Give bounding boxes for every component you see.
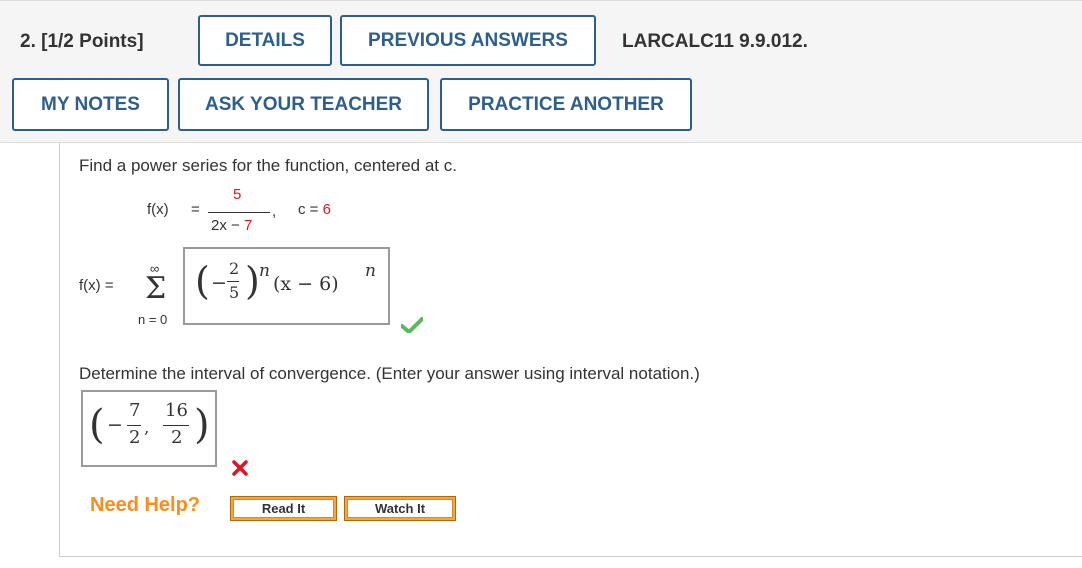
equals-sign: =	[191, 201, 200, 218]
interval-instruction: Determine the interval of convergence. (…	[79, 364, 700, 383]
function-fraction-bar	[208, 212, 270, 213]
frac-denominator: 5	[229, 283, 240, 302]
open-paren: (	[195, 259, 210, 303]
interval-close-paren: )	[194, 402, 210, 448]
center-label-text: c =	[298, 201, 323, 218]
interval-comma: ,	[144, 418, 150, 438]
right-numerator: 16	[165, 400, 188, 421]
factor-exponent: n	[365, 261, 376, 281]
watch-it-label: Watch It	[347, 499, 453, 518]
my-notes-button[interactable]: MY NOTES	[12, 78, 169, 131]
left-numerator: 7	[129, 400, 141, 421]
close-paren: )	[245, 259, 260, 303]
function-comma: ,	[272, 203, 277, 220]
sum-lower-limit: n = 0	[138, 312, 168, 327]
need-help-label: Need Help?	[90, 494, 201, 516]
summation-symbol: Σ	[145, 271, 167, 306]
series-factor: (x − 6)	[273, 273, 339, 295]
frac-bar	[227, 281, 239, 282]
left-frac-bar	[127, 425, 141, 426]
series-lhs: f(x) =	[79, 277, 114, 294]
denominator-prefix: 2x −	[211, 217, 244, 234]
previous-answers-button[interactable]: PREVIOUS ANSWERS	[340, 15, 596, 66]
function-lhs: f(x)	[147, 201, 169, 218]
watch-it-button[interactable]: Watch It	[344, 496, 456, 521]
outer-exponent: n	[259, 261, 270, 281]
function-numerator: 5	[233, 186, 242, 203]
interval-open-paren: (	[89, 402, 105, 448]
center-label: c = 6	[298, 201, 331, 218]
content-bottom-border	[59, 556, 1082, 557]
interval-minus: −	[107, 414, 123, 436]
function-denominator: 2x − 7	[211, 217, 252, 234]
problem-instruction: Find a power series for the function, ce…	[79, 156, 457, 175]
center-value: 6	[322, 201, 331, 218]
read-it-label: Read It	[233, 499, 334, 518]
checkmark-icon	[401, 317, 423, 333]
ask-your-teacher-button[interactable]: ASK YOUR TEACHER	[178, 78, 429, 131]
content-left-border	[59, 143, 60, 557]
right-denominator: 2	[171, 427, 183, 448]
cross-icon	[232, 460, 248, 476]
question-header: 2. [1/2 Points] DETAILS PREVIOUS ANSWERS…	[0, 0, 1082, 143]
problem-code: LARCALC11 9.9.012.	[622, 31, 808, 52]
question-number: 2. [1/2 Points]	[20, 31, 144, 52]
interval-answer-field[interactable]: ( − 7 2 , 16 2 )	[81, 390, 217, 467]
power-series-answer-field[interactable]: ( − 2 5 ) n (x − 6) n	[183, 247, 390, 325]
read-it-button[interactable]: Read It	[230, 496, 337, 521]
minus-sign: −	[211, 272, 227, 294]
right-frac-bar	[163, 425, 189, 426]
details-button[interactable]: DETAILS	[198, 15, 332, 66]
frac-numerator: 2	[229, 259, 240, 278]
left-denominator: 2	[129, 427, 141, 448]
denominator-value: 7	[243, 217, 253, 234]
practice-another-button[interactable]: PRACTICE ANOTHER	[440, 78, 692, 131]
